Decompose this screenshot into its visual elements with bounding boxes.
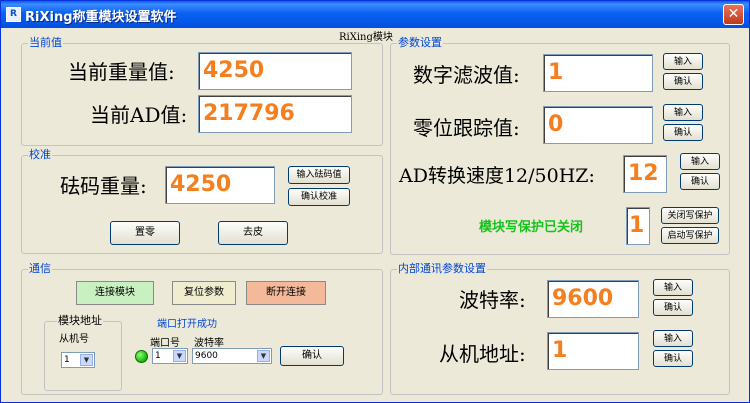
confirm-calibration-button[interactable]: 确认校准	[288, 188, 350, 206]
zero-tracking-input[interactable]: 0	[543, 106, 653, 144]
chevron-down-icon[interactable]: ▼	[173, 350, 186, 362]
internal-baud-label: 波特率:	[459, 288, 526, 312]
write-protect-value: 1	[626, 207, 650, 245]
baud-rate-select-value: 9600	[195, 351, 218, 361]
current-values-group: 当前值 当前重量值: 4250 当前AD值: 217796	[21, 36, 383, 146]
ad-speed-confirm-button[interactable]: 确认	[680, 173, 720, 190]
zero-tracking-input-button[interactable]: 输入	[663, 104, 703, 121]
module-caption: RiXing模块	[339, 32, 393, 43]
communication-group: 通信 连接模块 复位参数 断开连接 模块地址 从机号 1 ▼ 端口打开成功 端口…	[21, 262, 383, 395]
internal-comm-group-title: 内部通讯参数设置	[397, 262, 487, 276]
chevron-down-icon[interactable]: ▼	[80, 354, 93, 366]
zero-tracking-label: 零位跟踪值:	[413, 116, 520, 140]
app-icon: R	[6, 7, 21, 22]
current-weight-label: 当前重量值:	[68, 60, 175, 84]
enable-write-protect-button[interactable]: 启动写保护	[661, 227, 719, 244]
communication-group-title: 通信	[28, 262, 52, 276]
parameter-settings-group: 参数设置 数字滤波值: 1 输入 确认 零位跟踪值: 0 输入 确认 AD转换速…	[390, 36, 730, 255]
filter-input-button[interactable]: 输入	[663, 53, 703, 70]
connect-module-button[interactable]: 连接模块	[76, 281, 154, 305]
current-values-group-title: 当前值	[28, 36, 63, 50]
digital-filter-input[interactable]: 1	[543, 54, 653, 92]
zero-button[interactable]: 置零	[110, 221, 180, 245]
module-address-group-title: 模块地址	[57, 314, 103, 328]
zero-tracking-confirm-button[interactable]: 确认	[663, 124, 703, 141]
calibration-group: 校准 砝码重量: 4250 输入砝码值 确认校准 置零 去皮	[21, 148, 383, 254]
close-write-protect-button[interactable]: 关闭写保护	[661, 207, 719, 224]
slave-number-select[interactable]: 1 ▼	[61, 352, 95, 368]
reset-params-button[interactable]: 复位参数	[172, 281, 236, 305]
port-open-status: 端口打开成功	[157, 319, 217, 330]
internal-slave-label: 从机地址:	[439, 342, 526, 366]
port-select[interactable]: 1 ▼	[152, 348, 188, 364]
internal-comm-group: 内部通讯参数设置 波特率: 9600 输入 确认 从机地址: 1 输入 确认	[390, 262, 730, 395]
calibration-weight-input[interactable]: 4250	[165, 166, 275, 204]
internal-baud-input-button[interactable]: 输入	[653, 279, 693, 296]
parameter-settings-group-title: 参数设置	[397, 36, 443, 50]
port-label: 端口号	[150, 338, 180, 349]
internal-slave-confirm-button[interactable]: 确认	[653, 350, 693, 367]
comm-confirm-button[interactable]: 确认	[280, 346, 344, 366]
tare-button[interactable]: 去皮	[218, 221, 288, 245]
internal-baud-confirm-button[interactable]: 确认	[653, 299, 693, 316]
calibration-group-title: 校准	[28, 148, 52, 162]
ad-speed-input[interactable]: 12	[623, 155, 667, 193]
internal-slave-input-button[interactable]: 输入	[653, 330, 693, 347]
chevron-down-icon[interactable]: ▼	[257, 350, 270, 362]
input-weight-button[interactable]: 输入砝码值	[288, 166, 350, 184]
module-address-group: 模块地址 从机号 1 ▼	[44, 314, 122, 391]
filter-confirm-button[interactable]: 确认	[663, 73, 703, 90]
internal-slave-input[interactable]: 1	[547, 332, 639, 370]
ad-speed-label: AD转换速度12/50HZ:	[399, 165, 595, 187]
slave-number-select-value: 1	[64, 355, 70, 365]
close-button[interactable]: ✕	[723, 4, 744, 25]
window-title: RiXing称重模块设置软件	[25, 10, 177, 25]
app-window: R RiXing称重模块设置软件 ✕ RiXing模块 当前值 当前重量值: 4…	[0, 0, 750, 403]
current-ad-label: 当前AD值:	[90, 103, 188, 127]
current-ad-value: 217796	[198, 95, 352, 133]
internal-baud-input[interactable]: 9600	[547, 280, 639, 318]
baud-rate-label: 波特率	[194, 338, 224, 349]
baud-rate-select[interactable]: 9600 ▼	[192, 348, 272, 364]
current-weight-value: 4250	[198, 52, 352, 90]
calibration-weight-label: 砝码重量:	[60, 174, 147, 198]
connection-status-led-icon	[135, 350, 148, 363]
client-area: RiXing模块 当前值 当前重量值: 4250 当前AD值: 217796 校…	[5, 28, 745, 400]
ad-speed-input-button[interactable]: 输入	[680, 153, 720, 170]
write-protect-status: 模块写保护已关闭	[479, 220, 584, 235]
disconnect-button[interactable]: 断开连接	[246, 281, 326, 305]
digital-filter-label: 数字滤波值:	[413, 63, 520, 87]
slave-number-label: 从机号	[59, 334, 89, 345]
port-select-value: 1	[155, 351, 161, 361]
title-bar[interactable]: R RiXing称重模块设置软件 ✕	[1, 1, 749, 28]
